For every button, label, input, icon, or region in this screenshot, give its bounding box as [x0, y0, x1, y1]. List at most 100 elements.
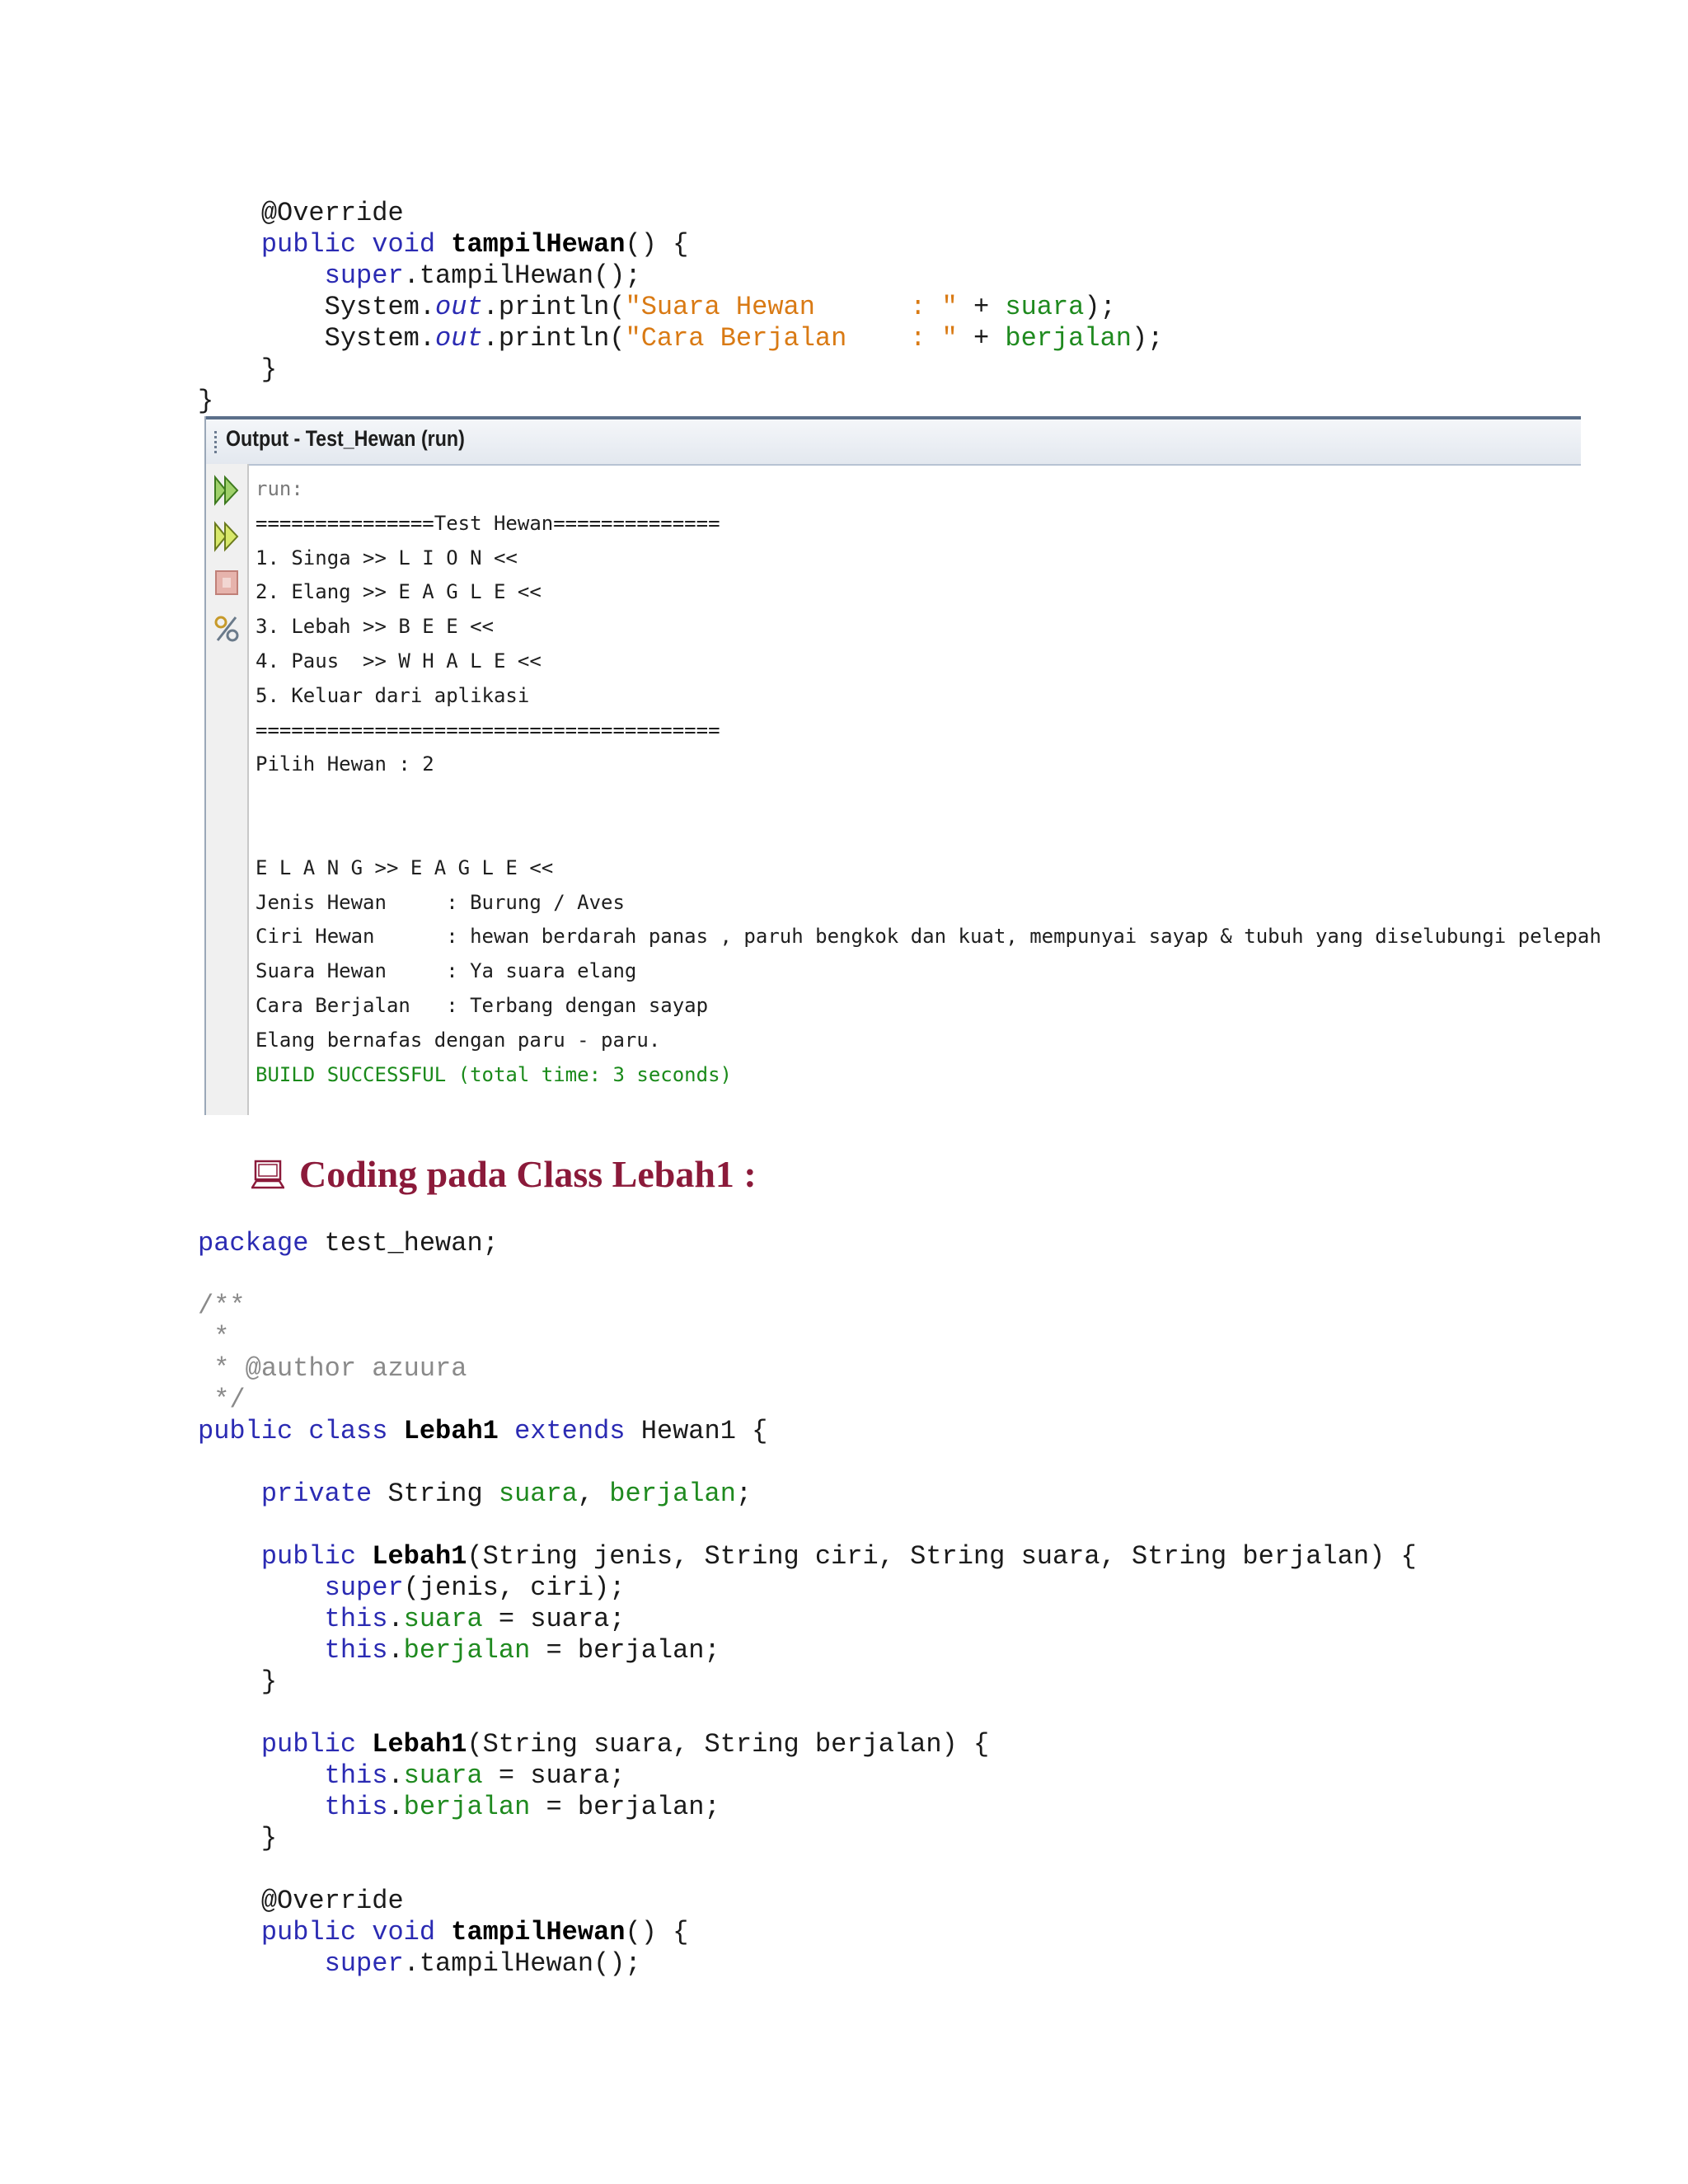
code-token: Lebah1 [372, 1541, 467, 1572]
rerun-debug-icon[interactable] [213, 520, 241, 553]
code-token: berjalan [403, 1635, 531, 1666]
code-token: public [260, 1541, 373, 1572]
code-token: () { [625, 229, 689, 260]
code-line: package test_hewan; [198, 1228, 1417, 1259]
code-token: suara [403, 1604, 483, 1634]
code-token: = suara; [482, 1604, 626, 1634]
code-line: */ [198, 1385, 1417, 1416]
console-line: 4. Paus >> W H A L E << [256, 649, 542, 673]
code-token: /** [198, 1291, 246, 1321]
console-line: 1. Singa >> L I O N << [256, 546, 518, 569]
computer-icon [251, 1160, 284, 1189]
code-token: (String jenis, String ciri, String suara… [467, 1541, 1417, 1572]
code-line: } [198, 1823, 1417, 1854]
code-token: package [198, 1228, 309, 1258]
code-line: } [198, 354, 1163, 386]
code-token: public [260, 1729, 373, 1760]
code-token: .println( [482, 323, 626, 354]
code-token: super [324, 1948, 404, 1979]
code-line: this.suara = suara; [198, 1760, 1417, 1792]
code-line: @Override [198, 198, 1163, 229]
code-token: super [324, 260, 404, 291]
code-token: extends [498, 1416, 626, 1446]
code-token: @Override [260, 1886, 404, 1916]
code-line: /** [198, 1291, 1417, 1322]
code-token: , [577, 1479, 610, 1509]
code-token: .println( [482, 292, 626, 322]
code-token: Hewan1 { [625, 1416, 768, 1446]
code-token: this [324, 1792, 388, 1822]
code-line: public Lebah1(String jenis, String ciri,… [198, 1541, 1417, 1572]
code-token: out [435, 323, 483, 354]
rerun-icon[interactable] [213, 474, 241, 507]
code-line: public void tampilHewan() { [198, 1917, 1417, 1948]
console-line: Cara Berjalan : Terbang dengan sayap [256, 993, 709, 1017]
output-tab[interactable]: Output - Test_Hewan (run) [206, 419, 1581, 466]
code-token: (jenis, ciri); [403, 1572, 626, 1603]
code-line: System.out.println("Suara Hewan : " + su… [198, 292, 1163, 323]
console-line: run: [256, 477, 303, 500]
code-token: */ [198, 1385, 246, 1415]
code-token: berjalan [1005, 323, 1132, 354]
console-line: Jenis Hewan : Burung / Aves [256, 890, 625, 914]
code-line: public class Lebah1 extends Hewan1 { [198, 1416, 1417, 1447]
code-line: super.tampilHewan(); [198, 1948, 1417, 1980]
code-token: () { [625, 1917, 689, 1947]
console-line: E L A N G >> E A G L E << [256, 855, 554, 879]
tab-grip [214, 431, 217, 454]
code-token: . [387, 1604, 404, 1634]
code-token: + [957, 292, 1006, 322]
code-line: this.berjalan = berjalan; [198, 1792, 1417, 1823]
output-panel: Output - Test_Hewan (run) run: ==========… [204, 416, 1601, 1115]
code-token: tampilHewan [451, 229, 626, 260]
console-line: 3. Lebah >> B E E << [256, 615, 494, 639]
section-heading-text: Coding pada Class Lebah1 : [299, 1153, 757, 1195]
console-line: Elang bernafas dengan paru - paru. [256, 1028, 661, 1052]
code-token: = berjalan; [530, 1792, 720, 1822]
code-line: * [198, 1322, 1417, 1353]
code-line: System.out.println("Cara Berjalan : " + … [198, 323, 1164, 354]
code-line: super.tampilHewan(); [198, 260, 1163, 292]
code-token: @Override [260, 198, 404, 228]
console-line: BUILD SUCCESSFUL (total time: 3 seconds) [256, 1062, 732, 1086]
code-token: private [260, 1479, 373, 1509]
console-line: 2. Elang >> E A G L E << [256, 580, 542, 604]
code-token: System. [324, 292, 436, 322]
stop-icon[interactable] [213, 566, 241, 599]
code-token: super [324, 1572, 404, 1603]
code-token: out [435, 292, 483, 322]
console-line: Ciri Hewan : hewan berdarah panas , paru… [256, 925, 1601, 949]
code-line: this.suara = suara; [198, 1604, 1417, 1635]
code-token: (String suara, String berjalan) { [467, 1729, 990, 1760]
settings-icon[interactable] [213, 612, 241, 645]
code-block-bottom: package test_hewan; /** * * @author azuur… [198, 1228, 1417, 1980]
code-token: berjalan [403, 1792, 531, 1822]
code-token: } [260, 1823, 278, 1854]
code-line: private String suara, berjalan; [198, 1479, 1417, 1510]
code-token: * [198, 1322, 230, 1352]
code-line: super(jenis, ciri); [198, 1572, 1417, 1604]
code-token: this [324, 1760, 388, 1791]
code-token: * @author azuura [198, 1353, 467, 1384]
code-token: public void [260, 1917, 452, 1947]
code-token: suara [403, 1760, 483, 1791]
code-token: System. [324, 323, 436, 354]
code-block-top: @Override public void tampilHewan() { su… [198, 198, 1163, 417]
code-token: "Suara Hewan : " [625, 292, 958, 322]
code-token: public class [198, 1416, 404, 1446]
code-token: } [260, 354, 278, 385]
code-token: .tampilHewan(); [403, 1948, 641, 1979]
output-toolbar [206, 464, 249, 1115]
console-line: ======================================= [256, 718, 720, 742]
console-line: ===============Test Hewan============== [256, 511, 720, 535]
code-token: = suara; [482, 1760, 626, 1791]
code-token: Lebah1 [372, 1729, 467, 1760]
code-token: ); [1084, 292, 1116, 322]
code-token: } [198, 386, 214, 416]
code-token: } [260, 1666, 278, 1697]
